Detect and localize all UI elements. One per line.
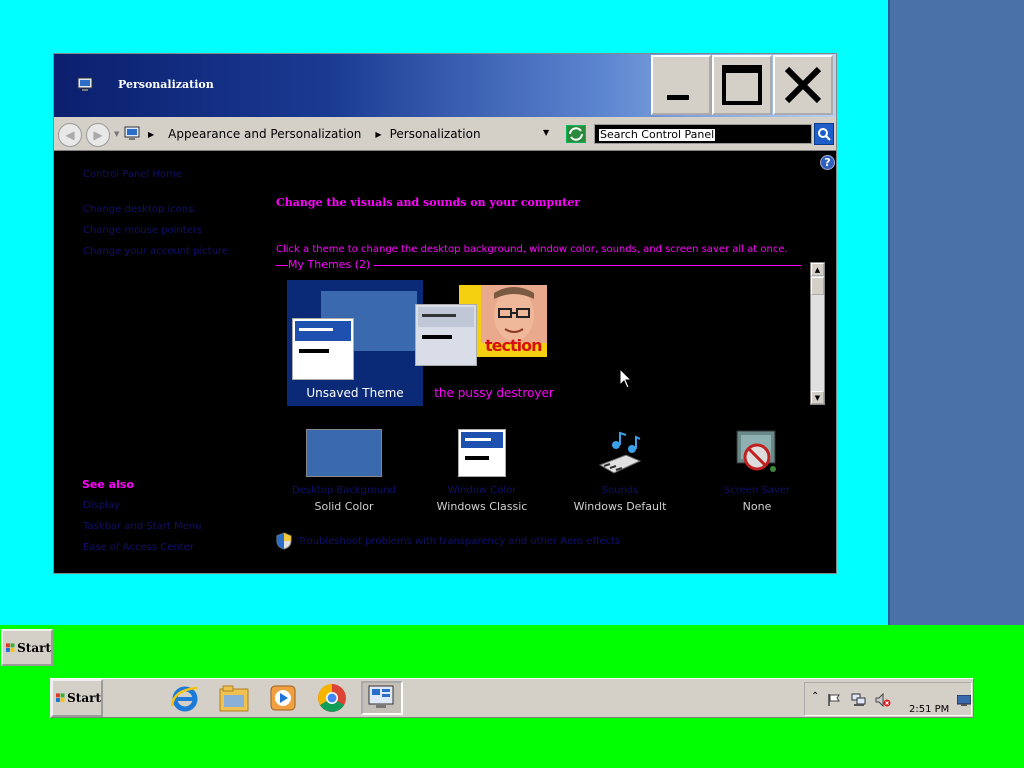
breadcrumb-arrow-icon[interactable]: ▶ — [375, 130, 381, 139]
breadcrumb-personalization[interactable]: Personalization — [390, 127, 481, 141]
sounds-value: Windows Default — [573, 500, 667, 513]
internet-explorer-icon — [170, 686, 198, 712]
see-also-taskbar[interactable]: Taskbar and Start Menu — [83, 521, 201, 532]
taskbar-chrome[interactable] — [311, 681, 353, 715]
personalization-window: Personalization ◀ ▶ ▼ ▶ Appearance and P… — [53, 53, 837, 574]
show-desktop-icon[interactable] — [957, 695, 971, 707]
folder-icon — [219, 685, 249, 712]
address-dropdown-icon[interactable]: ▼ — [543, 128, 549, 137]
chrome-icon — [318, 684, 346, 712]
taskbar-file-explorer[interactable] — [213, 681, 255, 715]
theme-item-custom[interactable]: tection the pussy destroyer — [415, 280, 562, 406]
window-color-value: Windows Classic — [436, 500, 528, 513]
mouse-pointer-icon — [619, 368, 633, 389]
maximize-button[interactable] — [712, 55, 772, 115]
taskbar-media-player[interactable] — [262, 681, 304, 715]
photo-caption: tection — [485, 336, 542, 355]
sidebar-link-account-picture[interactable]: Change your account picture — [83, 246, 228, 257]
refresh-button[interactable] — [566, 125, 586, 143]
screen-saver-setting[interactable]: Screen Saver None — [689, 427, 825, 517]
troubleshoot-row: Troubleshoot problems with transparency … — [276, 532, 620, 550]
address-bar: ◀ ▶ ▼ ▶ Appearance and Personalization ▶… — [54, 117, 836, 151]
volume-muted-icon[interactable] — [875, 693, 891, 707]
taskbar-clock[interactable]: 2:51 PM — [909, 704, 949, 715]
troubleshoot-link[interactable]: Troubleshoot problems with transparency … — [298, 536, 620, 547]
page-description: Click a theme to change the desktop back… — [276, 244, 788, 255]
window-color-link[interactable]: Window Color — [414, 485, 550, 496]
sidebar-link-mouse-pointers[interactable]: Change mouse pointers — [83, 225, 202, 236]
desktop-background-setting[interactable]: Desktop Background Solid Color — [276, 427, 412, 517]
taskbar-internet-explorer[interactable] — [164, 681, 206, 715]
shield-icon — [276, 532, 292, 550]
outer-start-button[interactable]: Start — [1, 629, 53, 666]
forward-button[interactable]: ▶ — [86, 123, 110, 147]
minimize-icon — [667, 95, 689, 100]
back-arrow-icon: ◀ — [65, 128, 75, 142]
theme-name: the pussy destroyer — [434, 386, 554, 400]
search-icon — [818, 128, 831, 141]
screen-saver-link[interactable]: Screen Saver — [689, 485, 825, 496]
windows-logo-icon — [6, 642, 15, 652]
desktop-background-value: Solid Color — [314, 500, 374, 513]
taskbar-control-panel[interactable] — [361, 681, 403, 715]
theme-list: Unsaved Theme tection the pussy destroye… — [276, 264, 806, 406]
theme-thumbnail-window — [292, 318, 354, 380]
breadcrumb-appearance[interactable]: Appearance and Personalization — [168, 127, 361, 141]
sidebar-link-control-panel-home[interactable]: Control Panel Home — [83, 169, 182, 180]
desktop-background-link[interactable]: Desktop Background — [276, 485, 412, 496]
page-heading: Change the visuals and sounds on your co… — [276, 196, 581, 209]
close-button[interactable] — [773, 55, 833, 115]
breadcrumb-arrow-icon[interactable]: ▶ — [148, 130, 154, 139]
taskbar: Start ⌃ 2:51 PM — [50, 678, 974, 718]
window-color-icon — [458, 429, 506, 477]
control-panel-icon — [124, 126, 140, 140]
scroll-thumb[interactable] — [811, 277, 824, 295]
outer-start-label: Start — [17, 640, 51, 655]
theme-thumbnail-window — [415, 304, 477, 366]
sidebar-link-desktop-icons[interactable]: Change desktop icons — [83, 204, 193, 215]
start-label: Start — [67, 691, 101, 705]
media-player-icon — [270, 685, 296, 711]
refresh-icon — [569, 127, 583, 141]
screen-saver-icon — [736, 430, 776, 472]
my-themes-label: My Themes (2) — [288, 258, 375, 271]
window-title: Personalization — [118, 78, 214, 91]
theme-item-unsaved[interactable]: Unsaved Theme — [287, 280, 423, 406]
content-pane: ? Control Panel Home Change desktop icon… — [54, 152, 836, 573]
sounds-link[interactable]: Sounds — [552, 485, 688, 496]
search-button[interactable] — [814, 123, 834, 145]
network-icon[interactable] — [851, 693, 867, 707]
window-color-setting[interactable]: Window Color Windows Classic — [414, 427, 550, 517]
search-box[interactable]: Search Control Panel — [594, 124, 812, 144]
sounds-icon — [598, 431, 642, 474]
see-also-ease-of-access[interactable]: Ease of Access Center — [83, 542, 194, 553]
recent-pages-chevron-icon[interactable]: ▼ — [114, 130, 119, 138]
screen-saver-value: None — [742, 500, 772, 513]
theme-name: Unsaved Theme — [306, 386, 404, 400]
system-tray: ⌃ 2:51 PM — [804, 682, 972, 716]
maximize-icon — [722, 65, 762, 105]
control-panel-icon — [368, 685, 394, 708]
scroll-down-icon[interactable]: ▼ — [811, 391, 824, 404]
see-also-heading: See also — [82, 478, 134, 491]
back-button[interactable]: ◀ — [58, 123, 82, 147]
see-also-display[interactable]: Display — [83, 500, 120, 511]
address-field[interactable]: ▶ Appearance and Personalization ▶ Perso… — [124, 122, 562, 146]
desktop-edge — [890, 0, 1024, 625]
monitor-icon — [77, 77, 93, 91]
action-center-flag-icon[interactable] — [827, 693, 841, 707]
forward-arrow-icon: ▶ — [93, 128, 103, 142]
show-hidden-icons-chevron-icon[interactable]: ⌃ — [811, 691, 819, 702]
windows-logo-icon — [56, 693, 65, 702]
search-input[interactable]: Search Control Panel — [598, 128, 717, 142]
help-icon[interactable]: ? — [820, 155, 835, 170]
title-bar[interactable]: Personalization — [54, 54, 836, 117]
close-icon — [784, 66, 822, 104]
themes-scrollbar[interactable]: ▲ ▼ — [810, 262, 825, 405]
sounds-setting[interactable]: Sounds Windows Default — [552, 427, 688, 517]
scroll-up-icon[interactable]: ▲ — [811, 263, 824, 276]
minimize-button[interactable] — [651, 55, 711, 115]
solid-color-swatch — [306, 429, 382, 477]
start-button[interactable]: Start — [51, 679, 103, 717]
